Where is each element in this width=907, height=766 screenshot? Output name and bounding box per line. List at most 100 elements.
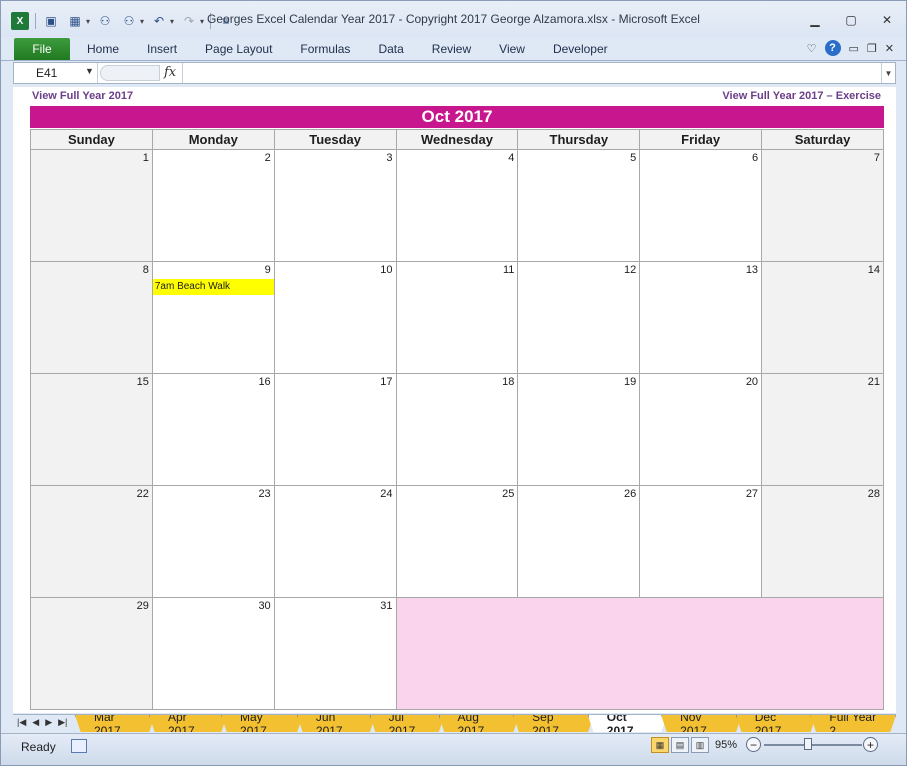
day-number: 22: [136, 488, 149, 500]
calendar-day-cell[interactable]: 13: [639, 261, 763, 374]
calendar-day-cell[interactable]: 22: [30, 485, 153, 598]
calendar-day-cell[interactable]: 8: [30, 261, 153, 374]
view-full-year-exercise-link[interactable]: View Full Year 2017 – Exercise: [722, 90, 881, 102]
calendar-day-cell[interactable]: 6: [639, 149, 763, 262]
calendar-day-cell[interactable]: 19: [517, 373, 641, 486]
calendar-day-cell[interactable]: 18: [395, 373, 519, 486]
chevron-down-icon[interactable]: ▼: [85, 66, 94, 76]
prev-sheet-icon[interactable]: ◀: [32, 717, 39, 728]
tab-view[interactable]: View: [499, 42, 525, 56]
calendar-day-cell[interactable]: 16: [151, 373, 275, 486]
tab-data[interactable]: Data: [378, 42, 403, 56]
sheet-tab[interactable]: Sep 2017: [513, 715, 594, 732]
calendar-day-cell[interactable]: 7: [761, 149, 884, 262]
day-number: 18: [502, 376, 515, 388]
calendar-day-cell[interactable]: 25: [395, 485, 519, 598]
sheet-tab[interactable]: Nov 2017: [661, 715, 742, 732]
page-layout-view-icon[interactable]: ▤: [671, 737, 689, 753]
calendar-week-row: 29 30 31: [30, 597, 885, 710]
view-full-year-link[interactable]: View Full Year 2017: [32, 90, 133, 102]
sheet-tab[interactable]: May 2017: [221, 715, 303, 732]
sheet-tab[interactable]: Oct 2017: [588, 715, 667, 732]
day-number: 24: [380, 488, 393, 500]
tab-insert[interactable]: Insert: [147, 42, 177, 56]
sheet-tab[interactable]: Mar 2017: [75, 715, 155, 732]
calendar-day-cell[interactable]: 10: [273, 261, 397, 374]
day-number: 16: [258, 376, 271, 388]
formula-bar-grip[interactable]: [100, 65, 160, 81]
sheet-tab[interactable]: Aug 2017: [439, 715, 520, 732]
calendar-day-cell[interactable]: 4: [395, 149, 519, 262]
weekday-header-row: Sunday Monday Tuesday Wednesday Thursday…: [30, 129, 884, 150]
calendar-day-cell[interactable]: 15: [30, 373, 153, 486]
close-icon[interactable]: ✕: [878, 12, 896, 28]
calendar-week-row: 22 23 24 25 26 27 28: [30, 485, 884, 598]
calendar-day-cell[interactable]: 3: [273, 149, 397, 262]
calendar-day-cell[interactable]: 9 7am Beach Walk: [151, 261, 275, 374]
calendar-day-cell[interactable]: 17: [273, 373, 397, 486]
calendar-day-cell[interactable]: 21: [761, 373, 884, 486]
empty-days-filler[interactable]: [395, 597, 885, 710]
sheet-tab[interactable]: Full Year 2: [810, 715, 896, 732]
tab-review[interactable]: Review: [432, 42, 471, 56]
excel-window: X ▣ ▦ ▾ ⚇ ⚇ ▾ ↶ ▾ ↷ ▾ ≡ Georges Excel Ca…: [0, 0, 907, 766]
weekday-header: Friday: [639, 129, 763, 150]
status-ready: Ready: [21, 740, 56, 754]
tab-page-layout[interactable]: Page Layout: [205, 42, 272, 56]
tab-formulas[interactable]: Formulas: [300, 42, 350, 56]
calendar-day-cell[interactable]: 5: [517, 149, 641, 262]
last-sheet-icon[interactable]: ▶|: [58, 717, 67, 728]
day-number: 21: [867, 376, 880, 388]
sheet-tab[interactable]: Apr 2017: [149, 715, 227, 732]
zoom-in-icon[interactable]: +: [863, 737, 878, 752]
tab-file[interactable]: File: [14, 38, 70, 60]
calendar-day-cell[interactable]: 28: [761, 485, 884, 598]
day-number: 27: [745, 488, 759, 500]
calendar-week-row: 15 16 17 18 19 20 21: [30, 373, 884, 486]
calendar-day-cell[interactable]: 24: [273, 485, 397, 598]
calendar-day-cell[interactable]: 14: [761, 261, 884, 374]
tab-developer[interactable]: Developer: [553, 42, 608, 56]
calendar-day-cell[interactable]: 1: [30, 149, 153, 262]
macro-recording-icon[interactable]: [71, 739, 87, 753]
zoom-slider[interactable]: [764, 744, 862, 746]
calendar-day-cell[interactable]: 29: [30, 597, 153, 710]
calendar-day-cell[interactable]: 26: [517, 485, 641, 598]
first-sheet-icon[interactable]: |◀: [17, 717, 26, 728]
expand-formula-bar-icon[interactable]: ▼: [881, 63, 895, 83]
calendar-grid: Sunday Monday Tuesday Wednesday Thursday…: [30, 129, 885, 710]
ribbon-right-controls: ♡ ? ▭ ❐ ✕: [807, 40, 894, 56]
calendar-day-cell[interactable]: 20: [639, 373, 763, 486]
minimize-icon[interactable]: ▁: [806, 12, 824, 28]
sheet-tab-navigation: |◀ ◀ ▶ ▶|: [17, 717, 67, 728]
calendar-event[interactable]: 7am Beach Walk: [152, 279, 274, 295]
sheet-tab[interactable]: Dec 2017: [736, 715, 817, 732]
calendar-day-cell[interactable]: 12: [517, 261, 641, 374]
calendar-day-cell[interactable]: 27: [639, 485, 763, 598]
divider: [182, 63, 183, 83]
sheet-tab[interactable]: Jun 2017: [297, 715, 376, 732]
workbook-restore-icon[interactable]: ❐: [867, 42, 877, 55]
zoom-out-icon[interactable]: −: [746, 737, 761, 752]
sheet-tab[interactable]: Jul 2017: [370, 715, 445, 732]
calendar-day-cell[interactable]: 31: [273, 597, 397, 710]
zoom-level[interactable]: 95%: [715, 739, 737, 751]
collapse-ribbon-icon[interactable]: ♡: [807, 42, 817, 55]
day-number: 26: [623, 488, 637, 500]
next-sheet-icon[interactable]: ▶: [45, 717, 52, 728]
maximize-icon[interactable]: ▢: [842, 12, 860, 28]
calendar-day-cell[interactable]: 23: [151, 485, 275, 598]
day-number: 8: [142, 264, 149, 276]
page-break-preview-icon[interactable]: ▥: [691, 737, 709, 753]
calendar-day-cell[interactable]: 30: [151, 597, 275, 710]
zoom-slider-thumb[interactable]: [804, 738, 812, 750]
normal-view-icon[interactable]: ▦: [651, 737, 669, 753]
calendar-day-cell[interactable]: 2: [151, 149, 275, 262]
workbook-close-icon[interactable]: ✕: [885, 42, 894, 55]
calendar-day-cell[interactable]: 11: [395, 261, 519, 374]
help-icon[interactable]: ?: [824, 40, 841, 56]
tab-home[interactable]: Home: [87, 42, 119, 56]
insert-function-icon[interactable]: fx: [164, 65, 176, 80]
weekday-header: Tuesday: [273, 129, 397, 150]
workbook-minimize-icon[interactable]: ▭: [849, 42, 859, 55]
